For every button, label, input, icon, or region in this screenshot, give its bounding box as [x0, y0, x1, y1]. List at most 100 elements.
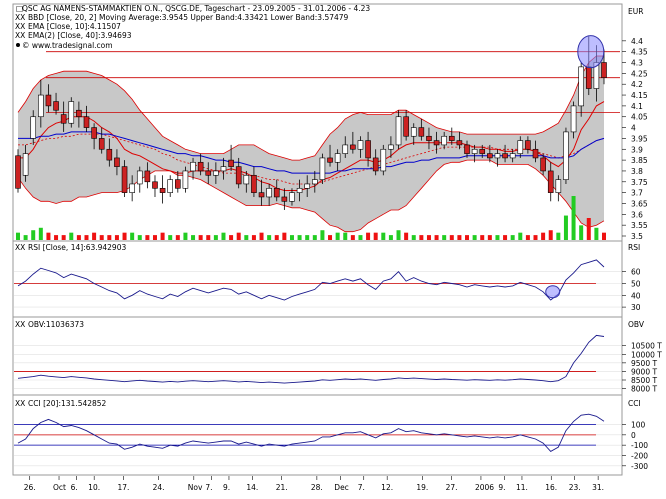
volume-bar	[434, 235, 439, 240]
candle-body	[517, 140, 524, 154]
volume-bar	[16, 232, 20, 240]
candle-body	[448, 135, 455, 141]
volume-bar	[191, 235, 196, 240]
x-tick-label: 24.	[153, 483, 165, 492]
price-tick-label: 3.95	[631, 134, 648, 143]
volume-bar	[213, 235, 218, 240]
volume-bar	[480, 235, 485, 240]
rsi-tick-label: 30	[631, 303, 641, 312]
candle-body	[525, 140, 531, 150]
x-tick-label: 31.	[592, 483, 604, 492]
volume-bar	[442, 235, 447, 240]
candle-body	[53, 101, 59, 111]
volume-bar	[114, 235, 119, 240]
candle-body	[395, 116, 402, 146]
candle-body	[441, 135, 447, 146]
candle-body	[334, 153, 341, 163]
x-tick-label: 16.	[545, 483, 557, 492]
candle-body	[159, 187, 166, 193]
volume-bar	[563, 215, 568, 240]
candle-body	[228, 159, 234, 167]
candle-body	[547, 170, 554, 193]
highlight-marker	[577, 35, 605, 69]
volume-bar	[84, 235, 89, 240]
volume-bar	[518, 232, 523, 240]
volume-bar	[358, 235, 363, 240]
volume-bar	[411, 235, 416, 240]
candle-body	[213, 170, 219, 176]
candle-body	[68, 101, 75, 124]
volume-bar	[366, 232, 371, 240]
candle-body	[152, 181, 158, 189]
candle-body	[555, 179, 562, 193]
candle-body	[83, 116, 90, 128]
candle-body	[388, 144, 394, 150]
volume-bar	[46, 232, 51, 240]
volume-bar	[122, 232, 127, 240]
candle-body	[342, 144, 349, 154]
volume-bar	[54, 235, 59, 240]
volume-bar	[305, 235, 310, 240]
volume-bar	[586, 218, 591, 240]
legend-marker-icon: XX	[15, 31, 25, 40]
price-tick-label: 3.55	[631, 221, 648, 230]
candle-body	[129, 183, 135, 193]
volume-bar	[472, 235, 477, 240]
candle-body	[327, 157, 333, 163]
cci-tick-label: -200	[631, 451, 648, 460]
candle-body	[380, 148, 387, 172]
volume-bar	[168, 235, 173, 240]
volume-bar	[99, 235, 104, 240]
volume-bar	[236, 232, 241, 240]
price-tick-label: 4.3	[631, 59, 643, 68]
price-tick-label: 4.25	[631, 69, 648, 78]
candle-body	[190, 161, 196, 172]
cci-label: CCI [20]:131.542852	[28, 399, 107, 408]
volume-bar	[594, 227, 599, 240]
price-tick-label: 3.6	[631, 210, 643, 219]
volume-bar	[297, 235, 302, 240]
candle-body	[479, 148, 486, 154]
candle-body	[456, 140, 463, 146]
candle-body	[114, 157, 120, 167]
obv-label: OBV:11036373	[28, 320, 84, 329]
price-axis-label: EUR	[628, 7, 643, 16]
candle-body	[487, 153, 493, 159]
chart-title: QSC AG NAMENS-STAMMAKTIEN O.N., QSCG.DE,…	[22, 4, 370, 13]
volume-bar	[579, 225, 584, 240]
volume-bar	[221, 232, 226, 240]
volume-bar	[160, 232, 165, 240]
obv-marker-icon: XX	[15, 320, 25, 329]
cci-tick-label: -300	[631, 462, 648, 471]
candle-body	[30, 116, 37, 139]
x-tick-label: 26.	[24, 483, 36, 492]
volume-bar	[152, 235, 157, 240]
candle-body	[273, 187, 280, 198]
rsi-label: RSI [Close, 14]:63.942903	[28, 243, 126, 252]
candle-body	[471, 148, 478, 154]
x-tick-label: 2006	[475, 483, 494, 492]
candle-body	[540, 157, 546, 172]
volume-bar	[229, 235, 234, 240]
volume-bar	[244, 235, 249, 240]
volume-bar	[525, 235, 530, 240]
volume-bar	[259, 232, 264, 240]
legend-ema40: EMA(2) [Close, 40]:3.94693	[28, 31, 132, 40]
price-tick-label: 4.15	[631, 91, 648, 100]
volume-bar	[541, 232, 546, 240]
title-marker-icon: □	[16, 4, 23, 13]
legend-bbd: BBD [Close, 20, 2] Moving Average:3.9545…	[28, 13, 349, 22]
candle-body	[494, 153, 501, 159]
volume-bar	[175, 235, 180, 240]
x-tick-label: 21.	[276, 483, 288, 492]
candle-body	[220, 166, 227, 172]
volume-bar	[23, 235, 28, 240]
candle-body	[372, 157, 379, 172]
volume-bar	[61, 235, 66, 240]
candle-body	[98, 138, 105, 150]
candle-body	[509, 153, 516, 159]
volume-bar	[206, 235, 211, 240]
volume-bar	[556, 232, 561, 240]
price-tick-label: 3.9	[631, 145, 643, 154]
volume-bar	[328, 235, 333, 240]
